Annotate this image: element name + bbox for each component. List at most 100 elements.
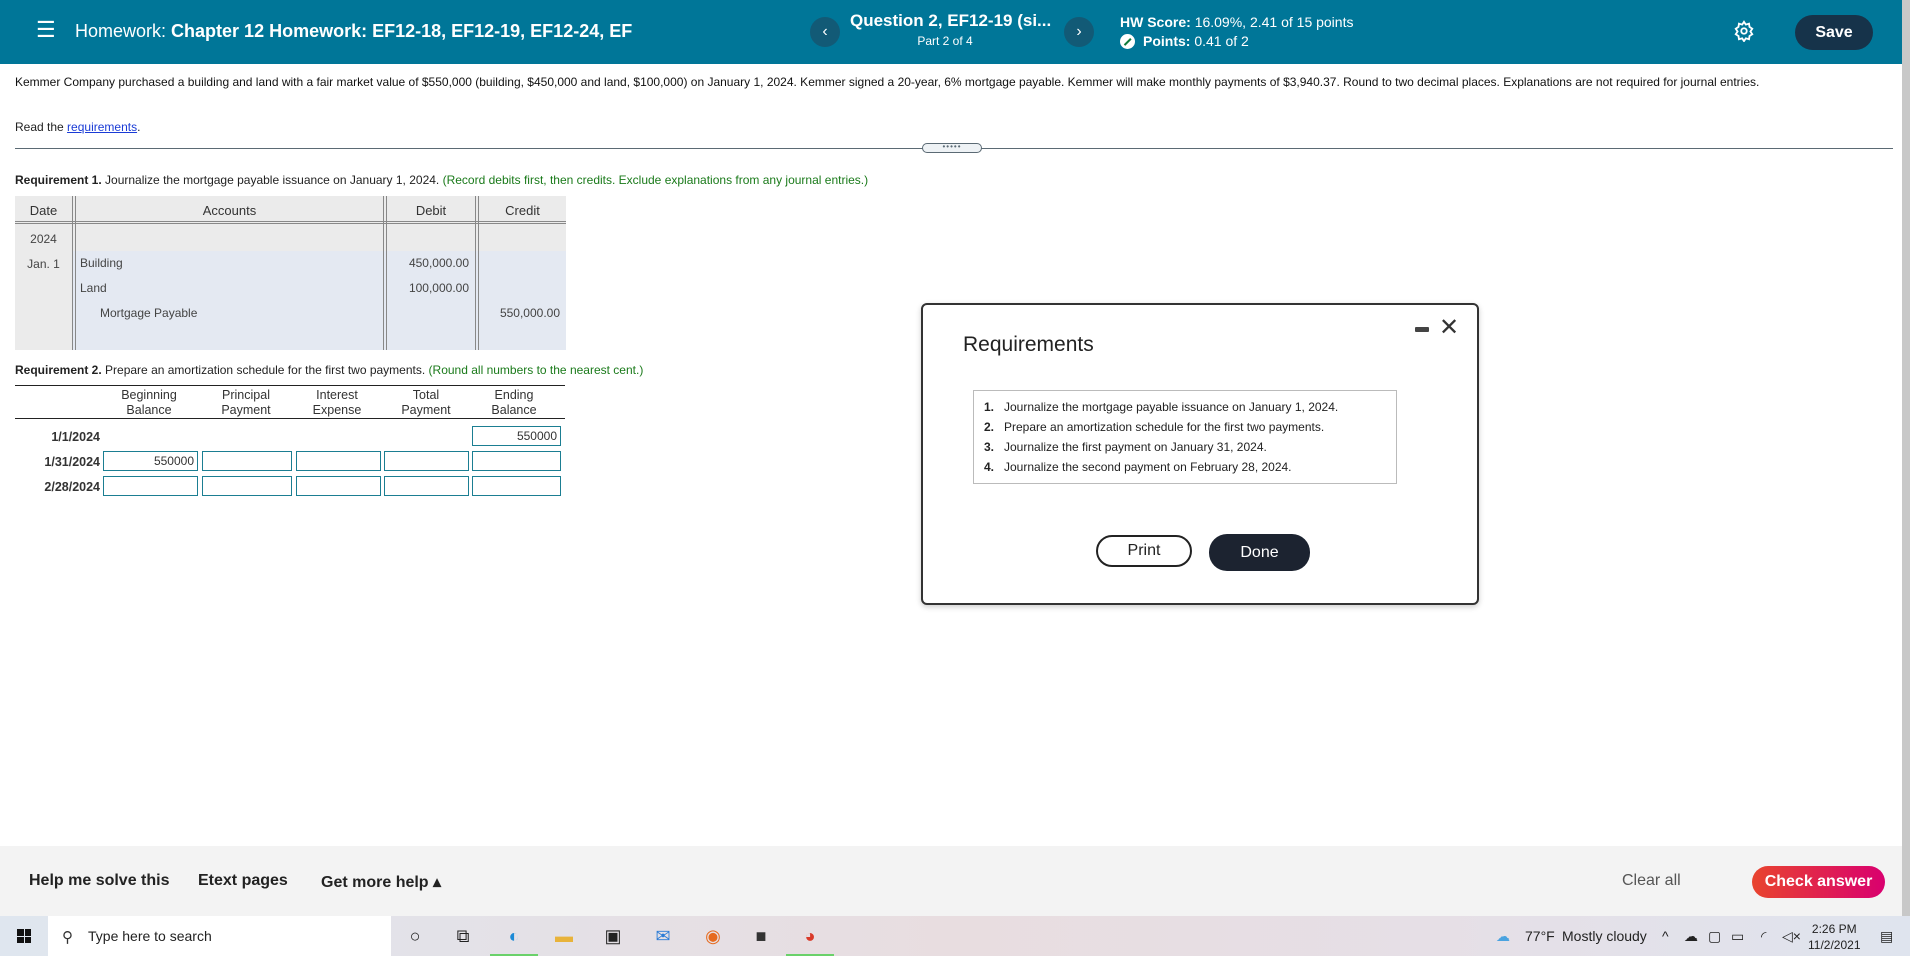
page-scrollbar[interactable] xyxy=(1902,0,1910,916)
total-payment-input[interactable] xyxy=(384,451,469,471)
journal-credit: 550,000.00 xyxy=(499,306,560,320)
check-answer-button[interactable]: Check answer xyxy=(1752,866,1885,898)
column-header-ending-balance: Ending Balance xyxy=(469,388,559,418)
total-payment-input[interactable] xyxy=(384,476,469,496)
onedrive-cloud-icon[interactable]: ☁ xyxy=(1684,928,1698,945)
clock-date: 11/2/2021 xyxy=(1808,938,1861,952)
windows-taskbar: ⚲ Type here to search ○ ⧉ ◐ ▬ ▣ ✉ ◉ ■ ◕ … xyxy=(0,916,1910,956)
notifications-icon[interactable]: ▤ xyxy=(1880,928,1893,945)
cortana-icon[interactable]: ○ xyxy=(402,924,428,948)
file-explorer-icon[interactable]: ▬ xyxy=(551,924,577,948)
header-line: Payment xyxy=(401,403,451,417)
read-prefix: Read the xyxy=(15,120,68,134)
beginning-balance-input[interactable] xyxy=(103,476,198,496)
interest-expense-input[interactable] xyxy=(296,476,381,496)
item-text: Journalize the mortgage payable issuance… xyxy=(1004,400,1339,414)
principal-payment-input[interactable] xyxy=(202,476,292,496)
question-part: Part 2 of 4 xyxy=(917,34,973,48)
show-hidden-icons-chevron-icon[interactable]: ^ xyxy=(1662,928,1669,944)
ending-balance-input[interactable] xyxy=(472,426,561,446)
task-view-icon[interactable]: ⧉ xyxy=(450,924,476,948)
requirement-1-hint: (Record debits first, then credits. Excl… xyxy=(442,173,869,187)
close-icon[interactable]: ✕ xyxy=(1439,316,1459,340)
dialog-title: Requirements xyxy=(963,333,1094,356)
chevron-left-icon: ‹ xyxy=(822,23,828,40)
save-button[interactable]: Save xyxy=(1795,15,1873,50)
beginning-balance-input[interactable] xyxy=(103,451,198,471)
table-rule xyxy=(15,418,565,419)
item-number: 1. xyxy=(984,400,995,414)
microsoft-store-icon[interactable]: ▣ xyxy=(600,924,626,948)
header-line: Payment xyxy=(221,403,271,417)
taskbar-search-box[interactable]: ⚲ Type here to search xyxy=(48,916,391,956)
column-divider xyxy=(383,196,387,350)
get-more-help-button[interactable]: Get more help ▴ xyxy=(321,872,441,892)
principal-payment-input[interactable] xyxy=(202,451,292,471)
requirements-list: 1. Journalize the mortgage payable issuan… xyxy=(973,390,1397,484)
battery-icon[interactable]: ▭ xyxy=(1731,928,1744,945)
done-button[interactable]: Done xyxy=(1209,534,1310,571)
wifi-icon[interactable]: ◜ xyxy=(1761,928,1766,945)
requirement-1-text: Journalize the mortgage payable issuance… xyxy=(101,173,443,187)
homework-name: Chapter 12 Homework: EF12-18, EF12-19, E… xyxy=(171,21,633,41)
homework-label: Homework: xyxy=(75,21,167,41)
journal-account: Land xyxy=(80,281,107,295)
requirement-2-instructions: Requirement 2. Prepare an amortization s… xyxy=(15,363,643,377)
header-line: Ending xyxy=(494,388,534,402)
chevron-right-icon: › xyxy=(1076,23,1082,40)
requirement-2-label: Requirement 2. xyxy=(15,363,102,377)
read-requirements: Read the requirements. xyxy=(15,120,140,134)
question-title: Question 2, EF12-19 (si... xyxy=(850,11,1052,30)
requirement-item: 3. Journalize the first payment on Januar… xyxy=(984,437,1396,457)
column-divider xyxy=(72,196,76,350)
previous-question-button[interactable]: ‹ xyxy=(810,17,840,47)
help-me-solve-button[interactable]: Help me solve this xyxy=(29,872,170,890)
item-text: Journalize the second payment on Februar… xyxy=(1004,460,1292,474)
windows-start-icon[interactable] xyxy=(17,929,31,943)
ending-balance-input[interactable] xyxy=(472,476,561,496)
hw-score-label: HW Score: xyxy=(1120,14,1191,30)
print-button[interactable]: Print xyxy=(1096,535,1192,567)
column-header-debit: Debit xyxy=(415,203,447,218)
journal-debit: 100,000.00 xyxy=(408,281,469,295)
journal-account: Mortgage Payable xyxy=(100,306,198,320)
requirement-item: 4. Journalize the second payment on Febru… xyxy=(984,457,1396,477)
column-header-accounts: Accounts xyxy=(202,203,257,218)
header-line: Expense xyxy=(312,403,362,417)
bottom-action-bar: Help me solve this Etext pages Get more … xyxy=(0,846,1902,916)
clear-all-button[interactable]: Clear all xyxy=(1622,872,1681,890)
edge-browser-icon[interactable]: ◐ xyxy=(501,924,527,948)
system-clock[interactable]: 2:26 PM 11/2/2021 xyxy=(1808,921,1861,953)
hw-score-value: 16.09%, 2.41 of 15 points xyxy=(1194,14,1354,30)
column-header-total-payment: Total Payment xyxy=(381,388,471,418)
column-header-principal-payment: Principal Payment xyxy=(201,388,291,418)
weather-temp[interactable]: 77°F xyxy=(1525,928,1555,944)
requirement-1-label: Requirement 1. xyxy=(15,173,102,187)
item-text: Journalize the first payment on January … xyxy=(1004,440,1267,454)
resize-handle[interactable]: ••••• xyxy=(922,143,982,153)
minimize-icon[interactable] xyxy=(1415,327,1429,332)
item-number: 4. xyxy=(984,460,995,474)
interest-expense-input[interactable] xyxy=(296,451,381,471)
row-date: 1/31/2024 xyxy=(44,455,100,469)
row-date: 1/1/2024 xyxy=(51,430,100,444)
etext-pages-button[interactable]: Etext pages xyxy=(198,872,288,890)
game-app-icon[interactable]: ■ xyxy=(748,924,774,948)
settings-gear-icon[interactable] xyxy=(1733,20,1755,42)
requirement-item: 1. Journalize the mortgage payable issuan… xyxy=(984,397,1396,417)
requirements-link[interactable]: requirements xyxy=(67,120,137,134)
mail-icon[interactable]: ✉ xyxy=(650,924,676,948)
header-line: Balance xyxy=(126,403,172,417)
firefox-icon[interactable]: ◉ xyxy=(700,924,726,948)
volume-muted-icon[interactable]: ◁× xyxy=(1782,928,1801,945)
chrome-icon[interactable]: ◕ xyxy=(797,924,823,948)
hamburger-menu-icon[interactable]: ☰ xyxy=(36,19,56,41)
requirement-item: 2. Prepare an amortization schedule for t… xyxy=(984,417,1396,437)
next-question-button[interactable]: › xyxy=(1064,17,1094,47)
search-icon: ⚲ xyxy=(62,929,73,946)
weather-desc[interactable]: Mostly cloudy xyxy=(1562,928,1647,944)
header-line: Beginning xyxy=(121,388,177,402)
item-text: Prepare an amortization schedule for the… xyxy=(1004,420,1325,434)
ending-balance-input[interactable] xyxy=(472,451,561,471)
meet-now-icon[interactable]: ▢ xyxy=(1708,928,1721,945)
